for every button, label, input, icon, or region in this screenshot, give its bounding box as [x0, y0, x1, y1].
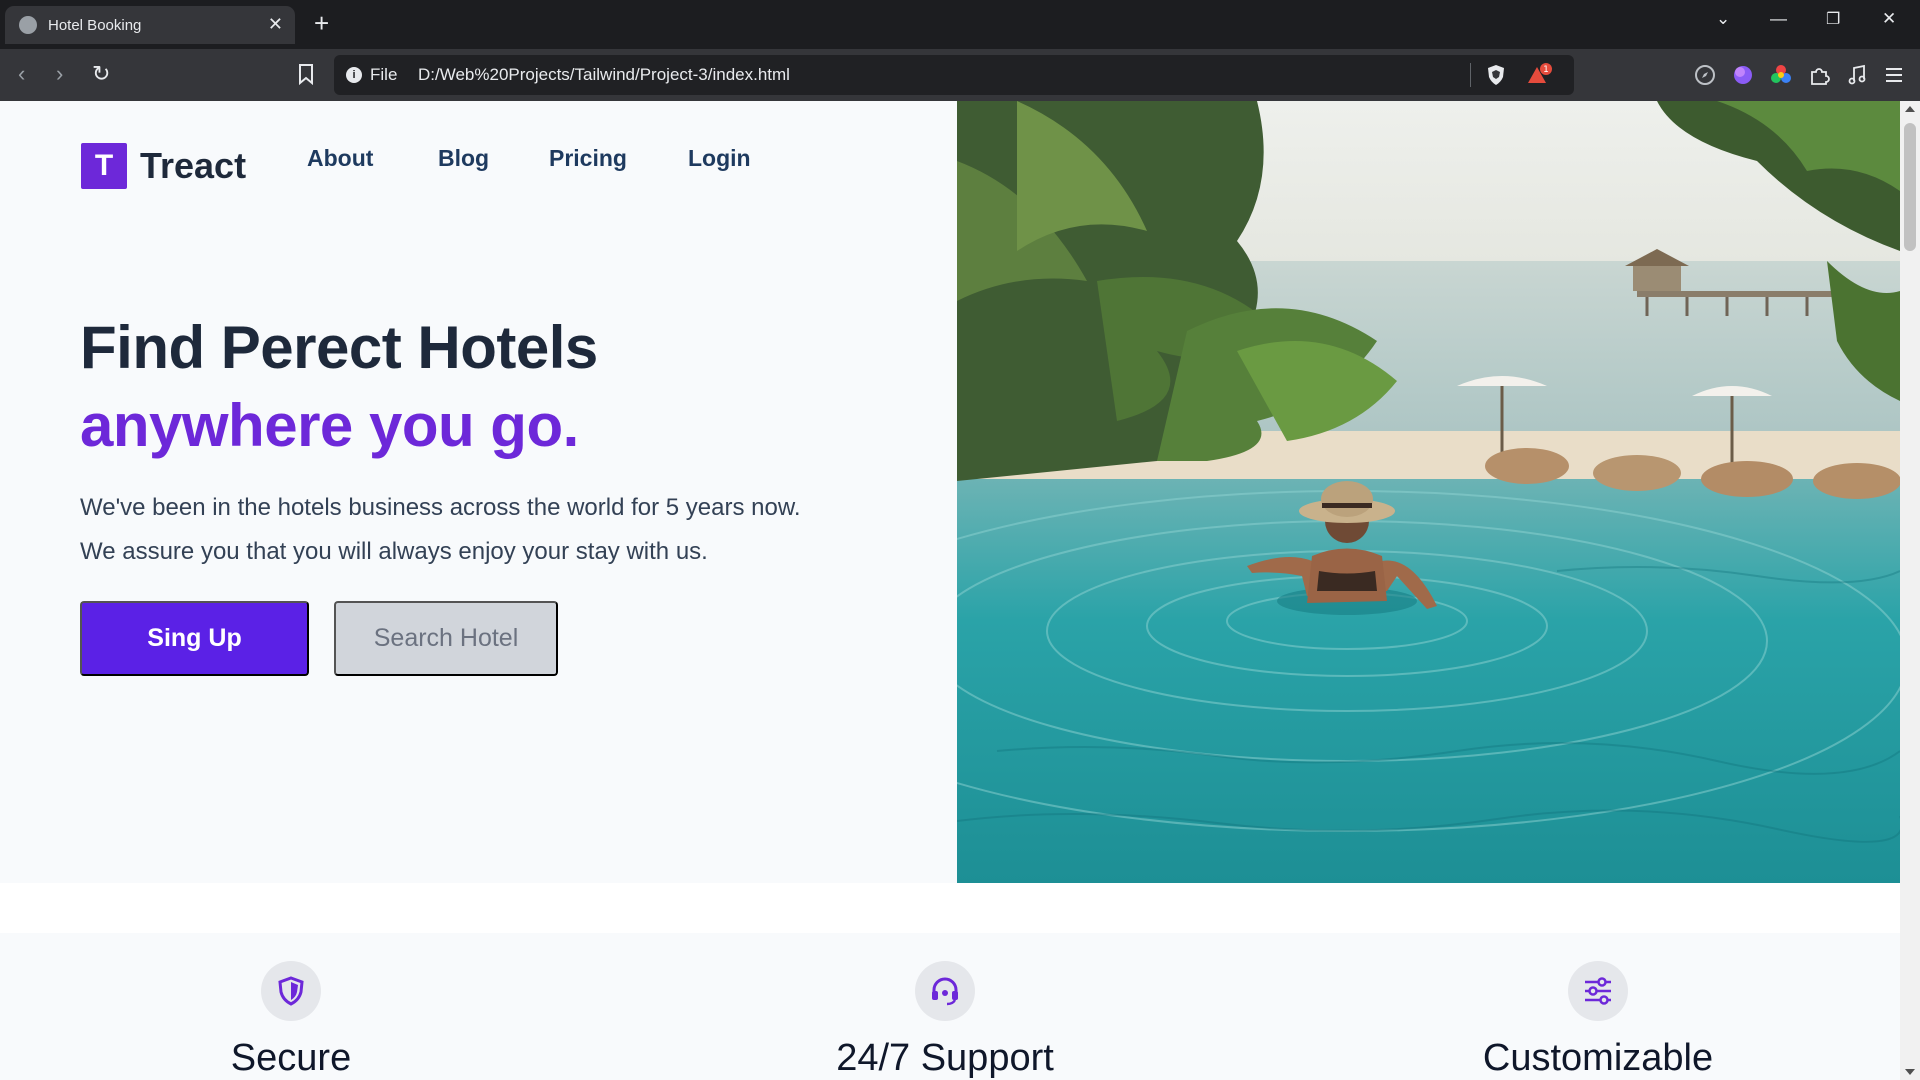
hero-description-line2: We assure you that you will always enjoy… [80, 538, 708, 565]
bookmark-icon[interactable] [296, 63, 316, 85]
nav-blog[interactable]: Blog [438, 145, 489, 172]
color-picker-icon[interactable] [1770, 64, 1792, 86]
forward-button[interactable]: › [56, 62, 63, 86]
address-bar[interactable]: i File D:/Web%20Projects/Tailwind/Projec… [334, 55, 1574, 95]
url-text[interactable]: D:/Web%20Projects/Tailwind/Project-3/ind… [418, 65, 790, 85]
hero-image [957, 101, 1900, 883]
media-controls-icon[interactable] [1846, 64, 1868, 86]
rewards-badge: 1 [1543, 65, 1549, 75]
pool-ocean-photo [957, 101, 1900, 883]
feature-secure: Secure [91, 933, 491, 1080]
shield-icon [261, 961, 321, 1021]
web-page: T Treact About Blog Pricing Login Find P… [0, 101, 1900, 1080]
restore-button[interactable]: ❐ [1826, 9, 1840, 29]
feature-label: Secure [230, 1037, 352, 1079]
brave-shield-icon[interactable] [1486, 64, 1506, 86]
hero-section: T Treact About Blog Pricing Login Find P… [0, 101, 957, 883]
minimize-button[interactable]: — [1770, 9, 1787, 29]
nav-pricing[interactable]: Pricing [549, 145, 627, 172]
feature-label: Customizable [1482, 1037, 1714, 1079]
scheme-label: File [370, 65, 398, 84]
brand-logo[interactable]: T Treact [81, 143, 246, 189]
menu-icon[interactable] [1883, 64, 1905, 86]
search-hotel-button[interactable]: Search Hotel [334, 601, 558, 676]
scroll-down-arrow[interactable] [1905, 1069, 1915, 1075]
close-tab-icon[interactable]: ✕ [268, 14, 283, 35]
sliders-icon [1568, 961, 1628, 1021]
tab-hotel-booking[interactable]: Hotel Booking ✕ [5, 6, 295, 44]
browser-toolbar: ‹ › ↻ i File D:/Web%20Projects/Tailwind/… [0, 49, 1920, 101]
nav-login[interactable]: Login [688, 145, 751, 172]
logo-mark: T [81, 143, 127, 189]
sign-up-button[interactable]: Sing Up [80, 601, 309, 676]
feature-support: 24/7 Support [745, 933, 1145, 1080]
divider [1470, 63, 1471, 87]
hero-description: We've been in the hotels business across… [80, 486, 900, 574]
nav-about[interactable]: About [307, 145, 373, 172]
hero-heading-line2: anywhere you go. [80, 392, 579, 459]
scroll-up-arrow[interactable] [1905, 106, 1915, 112]
compass-icon[interactable] [1694, 64, 1716, 86]
feature-label: 24/7 Support [836, 1037, 1054, 1079]
tab-strip: Hotel Booking ✕ + ⌄ — ❐ ✕ [0, 0, 1920, 49]
features-section: Secure 24/7 Support Customizable [0, 933, 1900, 1080]
globe-icon [19, 16, 37, 34]
hero-description-line1: We've been in the hotels business across… [80, 494, 801, 521]
extensions-puzzle-icon[interactable] [1808, 64, 1830, 86]
new-tab-button[interactable]: + [314, 8, 329, 38]
close-window-button[interactable]: ✕ [1882, 9, 1896, 29]
headset-icon [915, 961, 975, 1021]
info-icon[interactable]: i [346, 67, 362, 83]
scroll-thumb[interactable] [1904, 123, 1916, 251]
page-scrollbar[interactable] [1900, 101, 1920, 1080]
feature-customizable: Customizable [1398, 933, 1798, 1080]
extension-gradient-icon[interactable] [1732, 64, 1754, 86]
hero-heading-line1: Find Perect Hotels [80, 314, 598, 381]
brave-rewards-icon[interactable]: 1 [1526, 63, 1552, 87]
tab-search-icon[interactable]: ⌄ [1716, 9, 1730, 29]
reload-button[interactable]: ↻ [92, 62, 110, 86]
tab-title: Hotel Booking [48, 17, 142, 34]
back-button[interactable]: ‹ [18, 62, 25, 86]
brand-name: Treact [140, 145, 247, 186]
